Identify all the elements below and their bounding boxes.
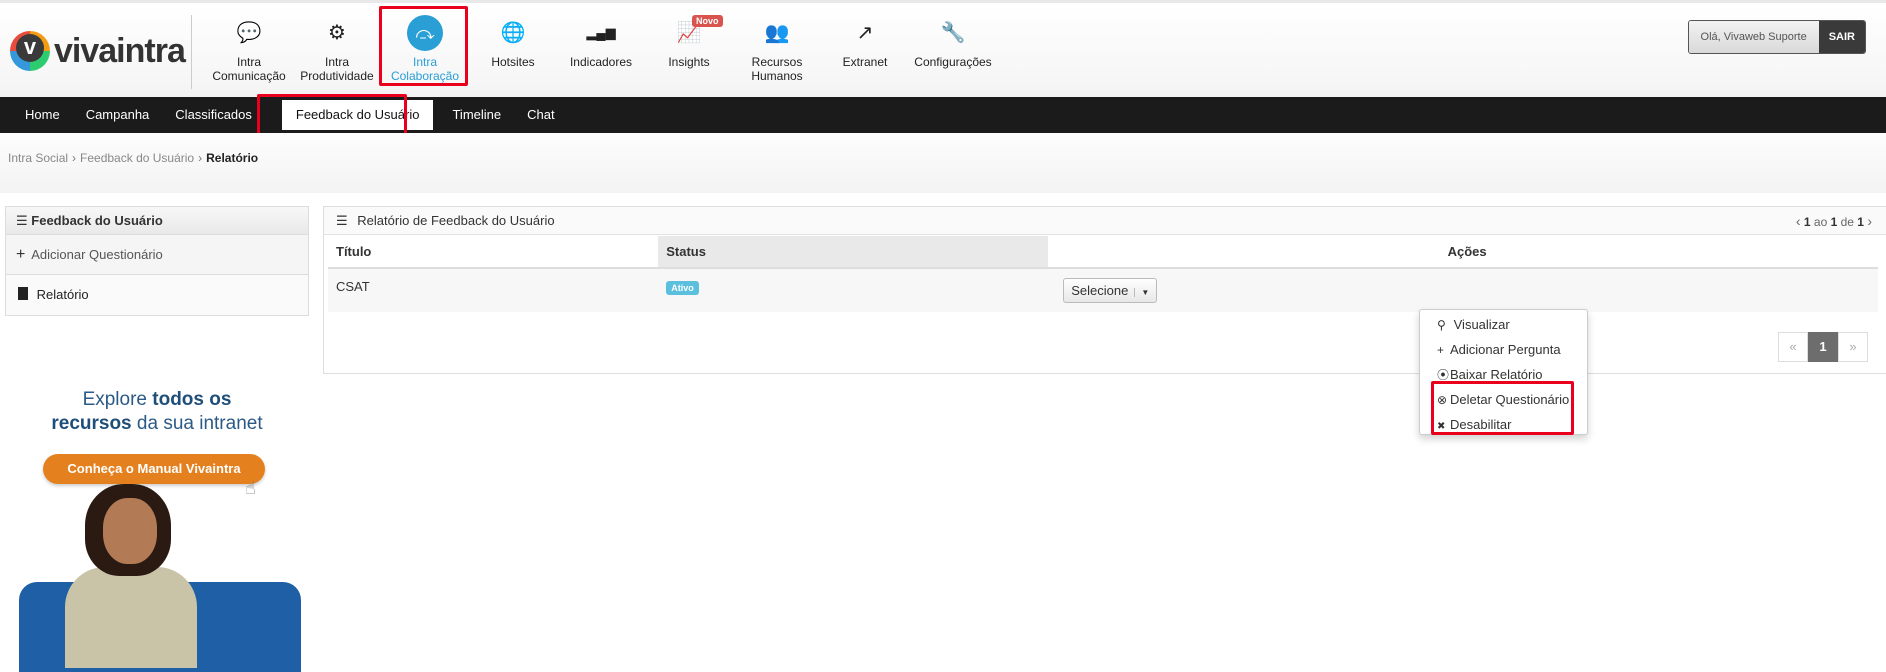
plus-icon: + (1437, 343, 1445, 357)
breadcrumb-parent[interactable]: Feedback do Usuário (80, 151, 194, 165)
logo-mark-icon (10, 31, 50, 71)
sidebar-item-label: Relatório (36, 287, 89, 302)
vivaintra-logo[interactable]: vivaintra (10, 31, 186, 71)
caret-down-icon: ▼ (1134, 288, 1149, 297)
report-panel: ☰ Relatório de Feedback do Usuário ‹ 1 a… (323, 206, 1886, 374)
module-label: Hotsites (491, 55, 535, 69)
column-header-status[interactable]: Status (658, 236, 1049, 269)
module-label: Indicadores (569, 55, 633, 69)
breadcrumb-root[interactable]: Intra Social (8, 151, 68, 165)
chevron-right-icon: › (72, 151, 77, 165)
pagination-next[interactable]: » (1838, 332, 1868, 362)
column-header-actions: Ações (1048, 236, 1878, 269)
module-label: Intra Produtividade (300, 55, 374, 83)
sidebar: ☰ Feedback do Usuário + Adicionar Questi… (5, 206, 309, 316)
brand-name: vivaintra (54, 31, 186, 70)
wrench-icon: 🔧 (940, 22, 966, 44)
user-greeting[interactable]: Olá, Vivaweb Suporte (1688, 21, 1819, 53)
breadcrumb-bar: Intra Social › Feedback do Usuário › Relatór… (0, 133, 1886, 193)
cell-actions: Selecione ▼ (1048, 268, 1878, 312)
module-label: Intra Comunicação (212, 55, 286, 83)
top-pager: ‹ 1 ao 1 de 1 › (1795, 213, 1872, 229)
breadcrumb: Intra Social › Feedback do Usuário › Relatór… (8, 151, 258, 165)
pointer-hand-icon: ☝ (245, 478, 256, 498)
table-row: CSAT Ativo Selecione ▼ (328, 268, 1878, 312)
logout-button[interactable]: SAIR (1818, 21, 1865, 53)
sidebar-item-label: Adicionar Questionário (31, 247, 163, 262)
module-label: Extranet (842, 55, 888, 69)
module-configuracoes[interactable]: 🔧 Configurações (909, 15, 997, 89)
banner-cta-button[interactable]: Conheça o Manual Vivaintra (43, 454, 265, 484)
menu-item-visualizar[interactable]: ⚲ Visualizar (1420, 312, 1587, 337)
banner-person-face (103, 498, 157, 564)
status-badge: Ativo (666, 281, 699, 295)
chevron-right-icon: › (198, 151, 203, 165)
file-icon (18, 287, 28, 300)
signal-icon: ▂▄▆ (586, 25, 616, 40)
sidebar-item-adicionar-questionario[interactable]: + Adicionar Questionário (6, 235, 308, 275)
user-menu: Olá, Vivaweb Suporte SAIR (1687, 20, 1866, 54)
highlight-module-box (379, 6, 468, 86)
module-recursos-humanos[interactable]: 👥 Recursos Humanos (733, 15, 821, 89)
chevron-left-icon[interactable]: ‹ (1796, 213, 1801, 229)
report-table: Título Status Ações CSAT Ativo Selecione… (328, 236, 1878, 312)
gears-icon: ⚙ (328, 22, 346, 44)
breadcrumb-current: Relatório (206, 151, 259, 165)
plus-icon: + (16, 246, 26, 263)
nav-chat[interactable]: Chat (514, 97, 567, 133)
pagination-prev[interactable]: « (1778, 332, 1808, 362)
module-label: Recursos Humanos (751, 55, 803, 83)
highlight-menu-box (1431, 381, 1574, 435)
banner-person-illustration (65, 567, 197, 668)
module-label: Insights (668, 55, 710, 69)
nav-classificados[interactable]: Classificados (162, 97, 265, 133)
module-hotsites[interactable]: 🌐 Hotsites (469, 15, 557, 89)
table-header-row: Título Status Ações (328, 236, 1878, 269)
nav-timeline[interactable]: Timeline (439, 97, 514, 133)
globe-icon: 🌐 (500, 22, 526, 44)
actions-select-button[interactable]: Selecione ▼ (1063, 278, 1158, 303)
cell-title: CSAT (328, 268, 659, 312)
new-badge: Novo (692, 15, 723, 27)
search-icon: ⚲ (1437, 318, 1446, 332)
chevron-right-icon[interactable]: › (1867, 213, 1872, 229)
nav-campanha[interactable]: Campanha (73, 97, 163, 133)
module-insights[interactable]: Novo 📈 Insights (645, 15, 733, 89)
report-title: Relatório de Feedback do Usuário (357, 213, 555, 228)
users-icon: 👥 (764, 22, 790, 44)
comments-icon: 💬 (236, 22, 262, 44)
divider (191, 15, 192, 89)
banner-headline: Explore todos os recursos da sua intrane… (51, 389, 263, 434)
pagination-page[interactable]: 1 (1808, 332, 1838, 362)
module-extranet[interactable]: ↗ Extranet (821, 15, 909, 89)
manual-banner[interactable]: Explore todos os recursos da sua intrane… (5, 372, 309, 672)
sidebar-header: ☰ Feedback do Usuário (6, 207, 308, 235)
highlight-nav-box (257, 94, 407, 137)
nav-home[interactable]: Home (12, 97, 73, 133)
module-indicadores[interactable]: ▂▄▆ Indicadores (557, 15, 645, 89)
pagination: « 1 » (1778, 332, 1868, 362)
module-label: Configurações (914, 55, 992, 69)
module-intra-comunicacao[interactable]: 💬 Intra Comunicação (205, 15, 293, 89)
bars-icon: ☰ (16, 213, 28, 228)
list-icon: ☰ (336, 213, 348, 228)
top-header: vivaintra 💬 IntraComunicação ⚙ IntraProd… (0, 0, 1886, 97)
external-link-icon: ↗ (856, 22, 874, 44)
sidebar-title: Feedback do Usuário (31, 213, 163, 228)
module-nav: 💬 Intra Comunicação ⚙ Intra Produtividade … (205, 15, 997, 89)
menu-item-adicionar-pergunta[interactable]: + Adicionar Pergunta (1420, 337, 1587, 362)
sidebar-item-relatorio[interactable]: Relatório (6, 275, 308, 315)
column-header-title[interactable]: Título (328, 236, 659, 269)
cell-status: Ativo (658, 268, 1049, 312)
report-panel-header: ☰ Relatório de Feedback do Usuário (324, 207, 1886, 235)
module-intra-produtividade[interactable]: ⚙ Intra Produtividade (293, 15, 381, 89)
